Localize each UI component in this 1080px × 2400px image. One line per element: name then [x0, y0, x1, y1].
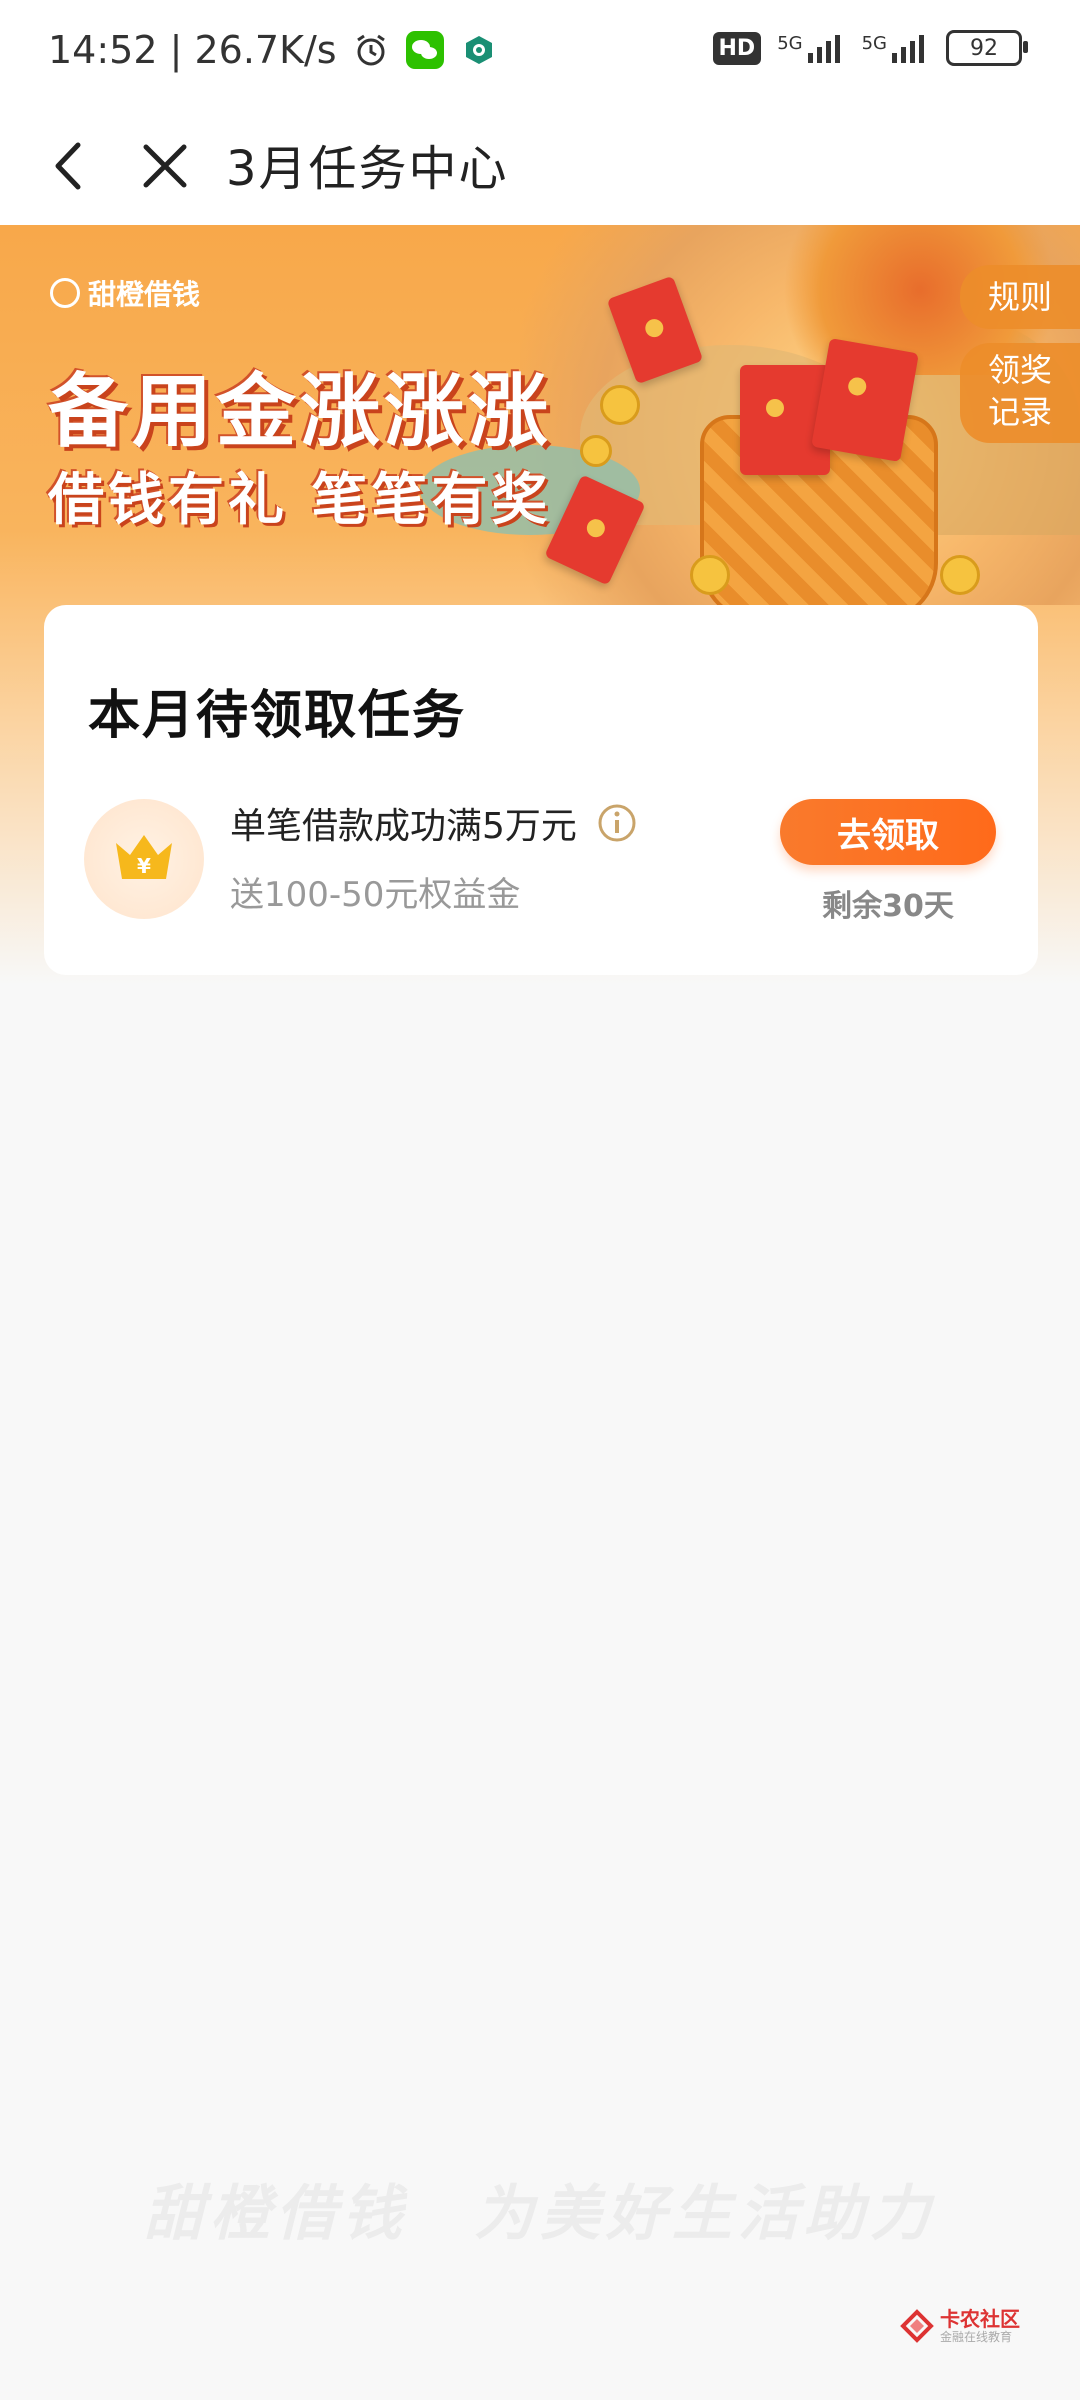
- signal-2-label: 5G: [861, 33, 887, 54]
- status-time-speed: 14:52 | 26.7K/s: [48, 28, 337, 72]
- nav-bar: 3月任务中心: [0, 105, 1080, 225]
- coin-decoration: [600, 385, 640, 425]
- alarm-icon: [351, 30, 391, 70]
- rules-button[interactable]: 规则: [960, 265, 1080, 329]
- chevron-left-icon: [55, 142, 81, 190]
- task-reward: 送100-50元权益金: [230, 875, 521, 915]
- svg-text:¥: ¥: [137, 854, 151, 878]
- reward-records-label-line1: 领奖: [987, 351, 1052, 389]
- battery-icon: 92: [946, 30, 1028, 66]
- wechat-icon: [405, 30, 445, 70]
- close-icon: [143, 144, 187, 188]
- signal-1-label: 5G: [777, 33, 803, 54]
- signal-1: 5G: [777, 33, 845, 63]
- brand-logo: 甜橙借钱: [50, 273, 200, 313]
- app-notification-icon: [459, 30, 499, 70]
- battery-level: 92: [970, 35, 998, 61]
- coin-decoration: [940, 555, 980, 595]
- hd-badge: HD: [712, 31, 762, 65]
- task-icon: ¥: [84, 799, 204, 919]
- watermark-sub: 金融在线教育: [940, 2330, 1013, 2344]
- signal-bars-icon: [807, 35, 840, 63]
- coin-decoration: [690, 555, 730, 595]
- signal-2: 5G: [862, 33, 930, 63]
- brand-logo-icon: [50, 278, 80, 308]
- status-bar: 14:52 | 26.7K/s HD 5G 5G 92: [0, 0, 1080, 105]
- watermark: 卡农社区 金融在线教育: [900, 2308, 1020, 2344]
- status-right: HD 5G 5G 92: [712, 30, 1028, 66]
- reward-records-button[interactable]: 领奖 记录: [960, 343, 1080, 443]
- watermark-main: 卡农社区: [940, 2307, 1020, 2331]
- banner-headline: 备用金涨涨涨: [48, 365, 552, 458]
- task-name: 单笔借款成功满5万元: [230, 806, 577, 847]
- red-envelope-decoration: [811, 338, 919, 462]
- coin-decoration: [580, 435, 612, 467]
- crown-coin-icon: ¥: [116, 835, 172, 879]
- days-left: 剩余30天: [822, 889, 954, 924]
- page-title: 3月任务中心: [226, 141, 509, 197]
- signal-bars-icon: [892, 35, 924, 63]
- status-left: 14:52 | 26.7K/s: [48, 28, 499, 72]
- task-name-row: 单笔借款成功满5万元: [230, 797, 637, 849]
- brand-name: 甜橙借钱: [88, 278, 201, 311]
- kanong-logo-icon: [900, 2309, 934, 2343]
- info-icon[interactable]: [597, 803, 637, 843]
- claim-button[interactable]: 去领取: [780, 799, 996, 865]
- task-card: 本月待领取任务 ¥ 单笔借款成功满5万元 送100-50元权益金 去领取 剩余3…: [44, 605, 1038, 975]
- task-card-title: 本月待领取任务: [88, 686, 467, 746]
- banner-subheadline: 借钱有礼 笔笔有奖: [48, 468, 552, 533]
- reward-records-label-line2: 记录: [987, 393, 1052, 431]
- back-button[interactable]: [36, 131, 106, 201]
- close-button[interactable]: [130, 131, 200, 201]
- footer-slogan: 甜橙借钱 为美好生活助力: [144, 2179, 936, 2249]
